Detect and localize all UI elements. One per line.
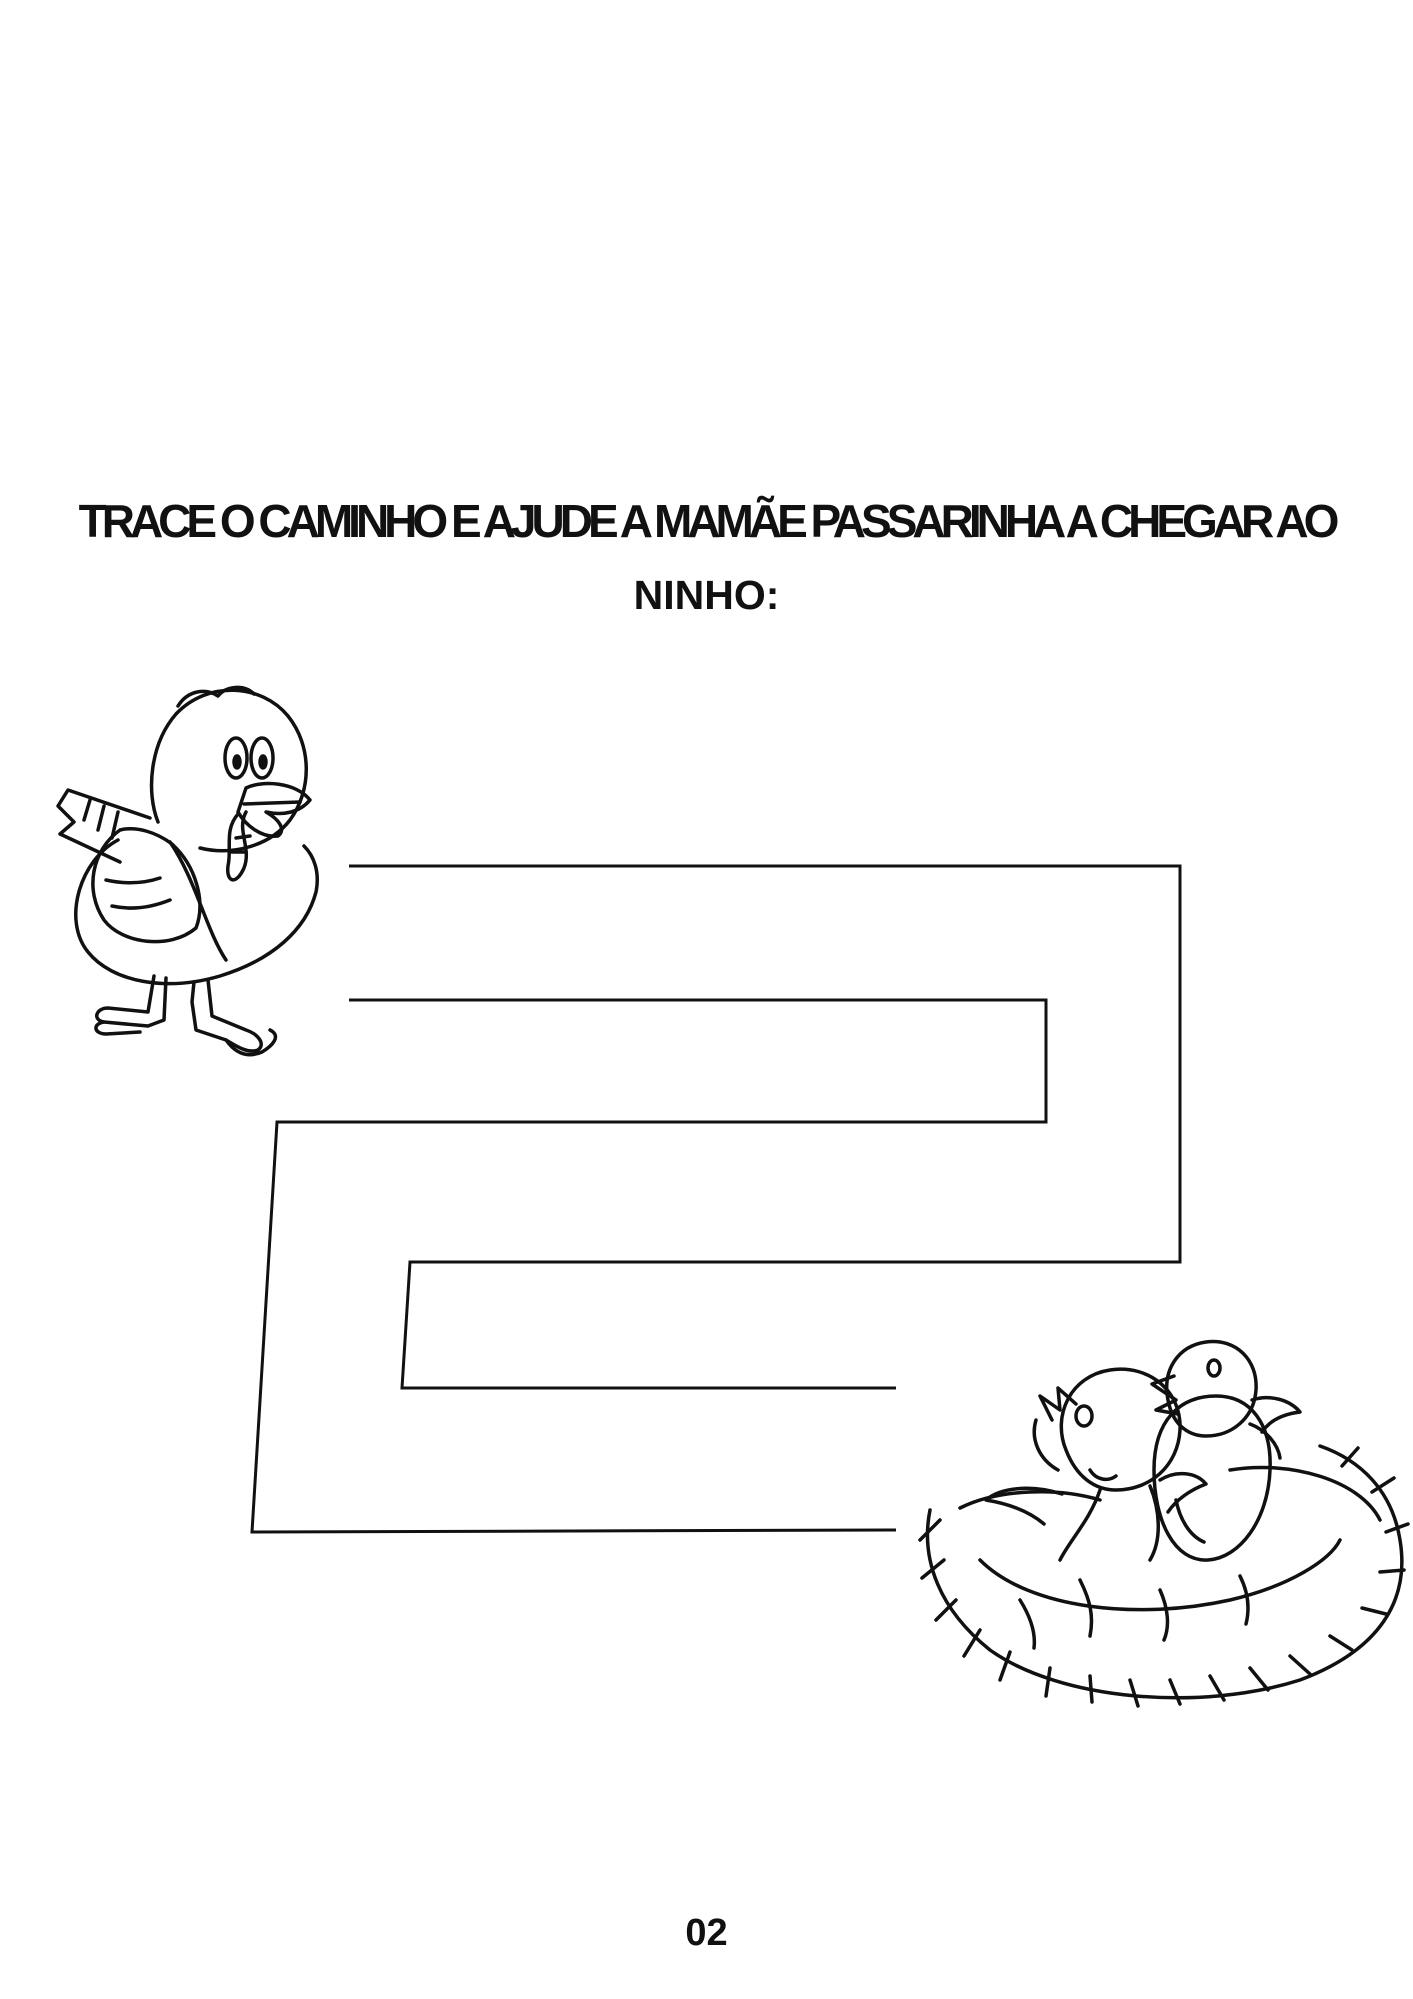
nest-with-chicks-icon bbox=[918, 1339, 1410, 1708]
page-number: 02 bbox=[685, 1912, 728, 1954]
worksheet-artwork bbox=[56, 685, 1410, 1708]
worksheet-page: TRACE O CAMINHO E AJUDE A MAMÃE PASSARIN… bbox=[0, 0, 1413, 1999]
mother-bird-icon bbox=[56, 685, 319, 1057]
maze-outer-wall bbox=[349, 864, 1182, 1390]
maze-path-icon[interactable] bbox=[250, 864, 1182, 1534]
maze-inner-wall bbox=[250, 998, 1048, 1534]
